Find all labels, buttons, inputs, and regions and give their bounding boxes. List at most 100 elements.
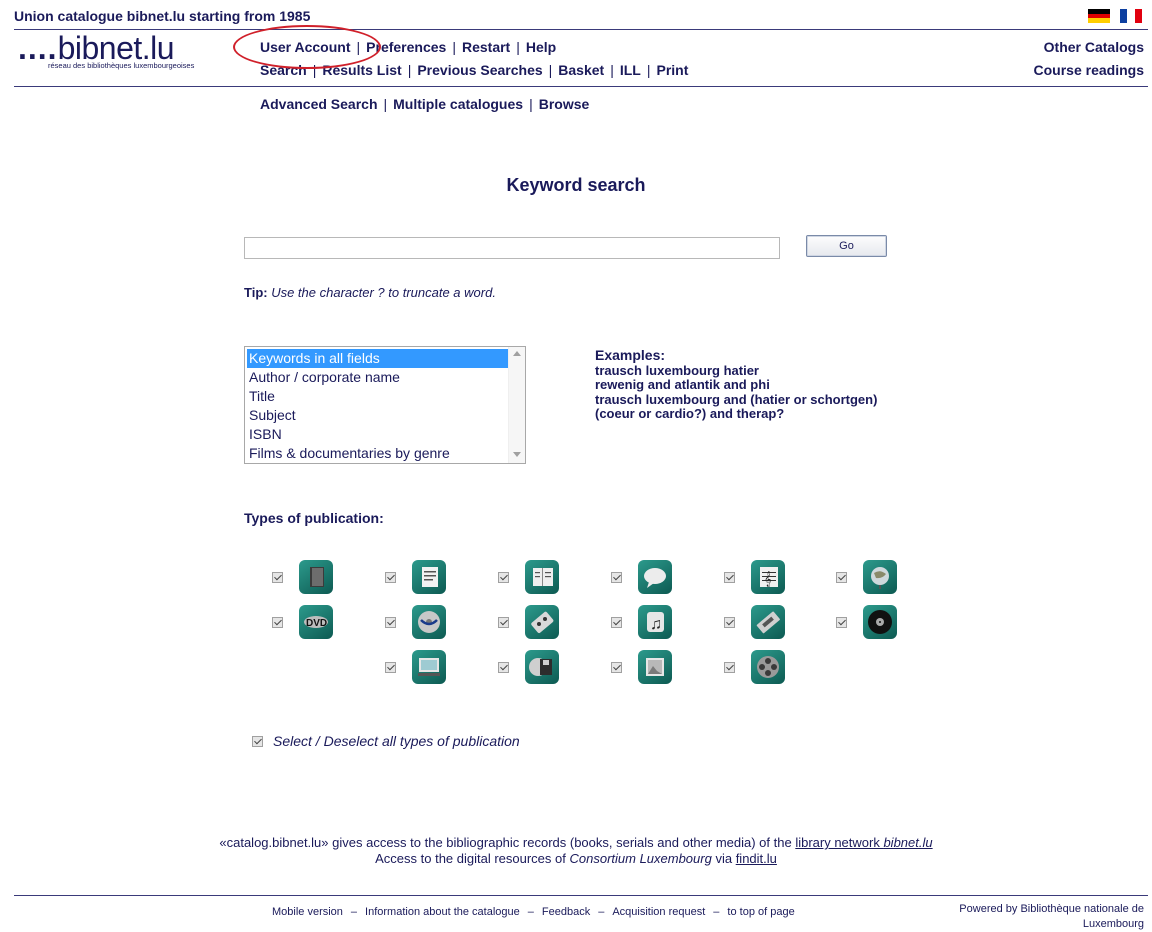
acquisition-request-link[interactable]: Acquisition request <box>612 906 705 918</box>
speech-icon <box>638 560 672 594</box>
scroll-up-icon[interactable] <box>513 351 521 356</box>
library-network-link[interactable]: library network bibnet.lu <box>795 835 932 850</box>
publication-type-checkbox[interactable] <box>498 571 509 583</box>
vinyl-icon <box>863 605 897 639</box>
separator: | <box>407 62 412 78</box>
separator: | <box>610 62 614 78</box>
publication-type-option <box>498 560 559 594</box>
listbox-option[interactable]: Films & documentaries by genre <box>245 444 525 463</box>
search-field-listbox[interactable]: Keywords in all fields Author / corporat… <box>244 346 526 464</box>
go-button[interactable]: Go <box>806 235 887 257</box>
publication-type-option: ♫ <box>611 605 672 639</box>
footer-divider <box>14 895 1148 896</box>
globe-icon <box>863 560 897 594</box>
course-readings-link[interactable]: Course readings <box>1034 62 1144 78</box>
publication-type-checkbox[interactable] <box>385 661 396 673</box>
logo-subtitle: réseau des bibliothèques luxembourgeoise… <box>48 61 195 70</box>
publication-type-checkbox[interactable] <box>836 616 847 628</box>
listbox-option[interactable]: Title <box>245 387 525 406</box>
types-of-publication-label: Types of publication: <box>244 510 384 526</box>
score-icon: 𝄞 <box>751 560 785 594</box>
publication-type-option <box>385 605 446 639</box>
search-tip: Tip: Use the character ? to truncate a w… <box>244 285 496 300</box>
publication-type-option <box>498 650 559 684</box>
listbox-option[interactable]: Keywords in all fields <box>247 349 509 368</box>
publication-type-option: 𝄞 <box>724 560 785 594</box>
publication-type-checkbox[interactable] <box>611 571 622 583</box>
nav-divider <box>14 86 1148 87</box>
listbox-option[interactable]: ISBN <box>245 425 525 444</box>
search-input[interactable] <box>244 237 780 259</box>
publication-type-checkbox[interactable] <box>724 616 735 628</box>
powered-by-line1: Powered by Bibliothèque nationale de <box>959 903 1144 915</box>
publication-type-option <box>611 560 672 594</box>
separator: | <box>548 62 553 78</box>
catalogue-info-link[interactable]: Information about the catalogue <box>365 906 520 918</box>
advanced-search-link[interactable]: Advanced Search <box>260 96 378 112</box>
page-title: Keyword search <box>506 175 646 195</box>
publication-type-checkbox[interactable] <box>498 616 509 628</box>
listbox-option[interactable]: Subject <box>245 406 525 425</box>
tip-label: Tip: <box>244 285 268 300</box>
print-link[interactable]: Print <box>656 62 688 78</box>
publication-type-option <box>385 650 446 684</box>
french-flag-icon[interactable] <box>1120 9 1142 23</box>
bibnet-logo[interactable]: ....bibnet.lu réseau des bibliothèques l… <box>18 32 194 70</box>
help-link[interactable]: Help <box>526 39 556 55</box>
publication-type-checkbox[interactable] <box>498 661 509 673</box>
select-all-row: Select / Deselect all types of publicati… <box>252 733 520 749</box>
separator: – <box>713 906 720 918</box>
ill-link[interactable]: ILL <box>620 62 641 78</box>
publication-type-option <box>724 605 785 639</box>
select-all-checkbox[interactable] <box>252 735 263 747</box>
publication-type-checkbox[interactable] <box>724 661 735 673</box>
browse-link[interactable]: Browse <box>539 96 590 112</box>
header-divider <box>14 29 1148 30</box>
publication-type-checkbox[interactable] <box>385 571 396 583</box>
footer-links: Mobile version – Information about the cat… <box>272 906 795 918</box>
publication-type-checkbox[interactable] <box>385 616 396 628</box>
publication-type-option: DVD <box>272 605 333 639</box>
example-item: trausch luxembourg hatier <box>595 362 759 378</box>
powered-by: Powered by Bibliothèque nationale de Lux… <box>959 902 1144 932</box>
publication-type-checkbox[interactable] <box>272 616 283 628</box>
publication-type-checkbox[interactable] <box>272 571 283 583</box>
separator: | <box>452 39 456 55</box>
publication-type-checkbox[interactable] <box>611 661 622 673</box>
svg-text:♫: ♫ <box>650 616 662 633</box>
article-icon <box>412 560 446 594</box>
publication-type-option <box>272 560 333 594</box>
findit-link[interactable]: findit.lu <box>736 851 777 866</box>
basket-link[interactable]: Basket <box>558 62 604 78</box>
publication-type-option <box>385 560 446 594</box>
separator: – <box>598 906 605 918</box>
listbox-scrollbar[interactable] <box>508 347 525 463</box>
annotation-circle <box>233 25 381 69</box>
catalogue-title: Union catalogue bibnet.lu starting from … <box>14 8 311 24</box>
dvd-icon: DVD <box>299 605 333 639</box>
restart-link[interactable]: Restart <box>462 39 510 55</box>
multiple-catalogues-link[interactable]: Multiple catalogues <box>393 96 523 112</box>
top-of-page-link[interactable]: to top of page <box>727 906 794 918</box>
feedback-link[interactable]: Feedback <box>542 906 590 918</box>
image-icon <box>638 650 672 684</box>
footer-via: via <box>711 851 736 866</box>
film-reel-icon <box>751 650 785 684</box>
audiocassette-icon <box>525 605 559 639</box>
bluray-icon <box>412 605 446 639</box>
publication-type-option <box>836 560 897 594</box>
svg-text:DVD: DVD <box>306 618 327 629</box>
german-flag-icon[interactable] <box>1088 9 1110 24</box>
publication-type-checkbox[interactable] <box>724 571 735 583</box>
publication-type-checkbox[interactable] <box>836 571 847 583</box>
publication-type-checkbox[interactable] <box>611 616 622 628</box>
floppy-icon <box>525 650 559 684</box>
other-catalogs-link[interactable]: Other Catalogs <box>1044 39 1144 55</box>
music-icon: ♫ <box>638 605 672 639</box>
example-item: rewenig and atlantik and phi <box>595 377 770 392</box>
scroll-down-icon[interactable] <box>513 452 521 457</box>
consortium-name: Consortium Luxembourg <box>569 851 712 866</box>
previous-searches-link[interactable]: Previous Searches <box>417 62 542 78</box>
listbox-option[interactable]: Author / corporate name <box>245 368 525 387</box>
mobile-version-link[interactable]: Mobile version <box>272 906 343 918</box>
